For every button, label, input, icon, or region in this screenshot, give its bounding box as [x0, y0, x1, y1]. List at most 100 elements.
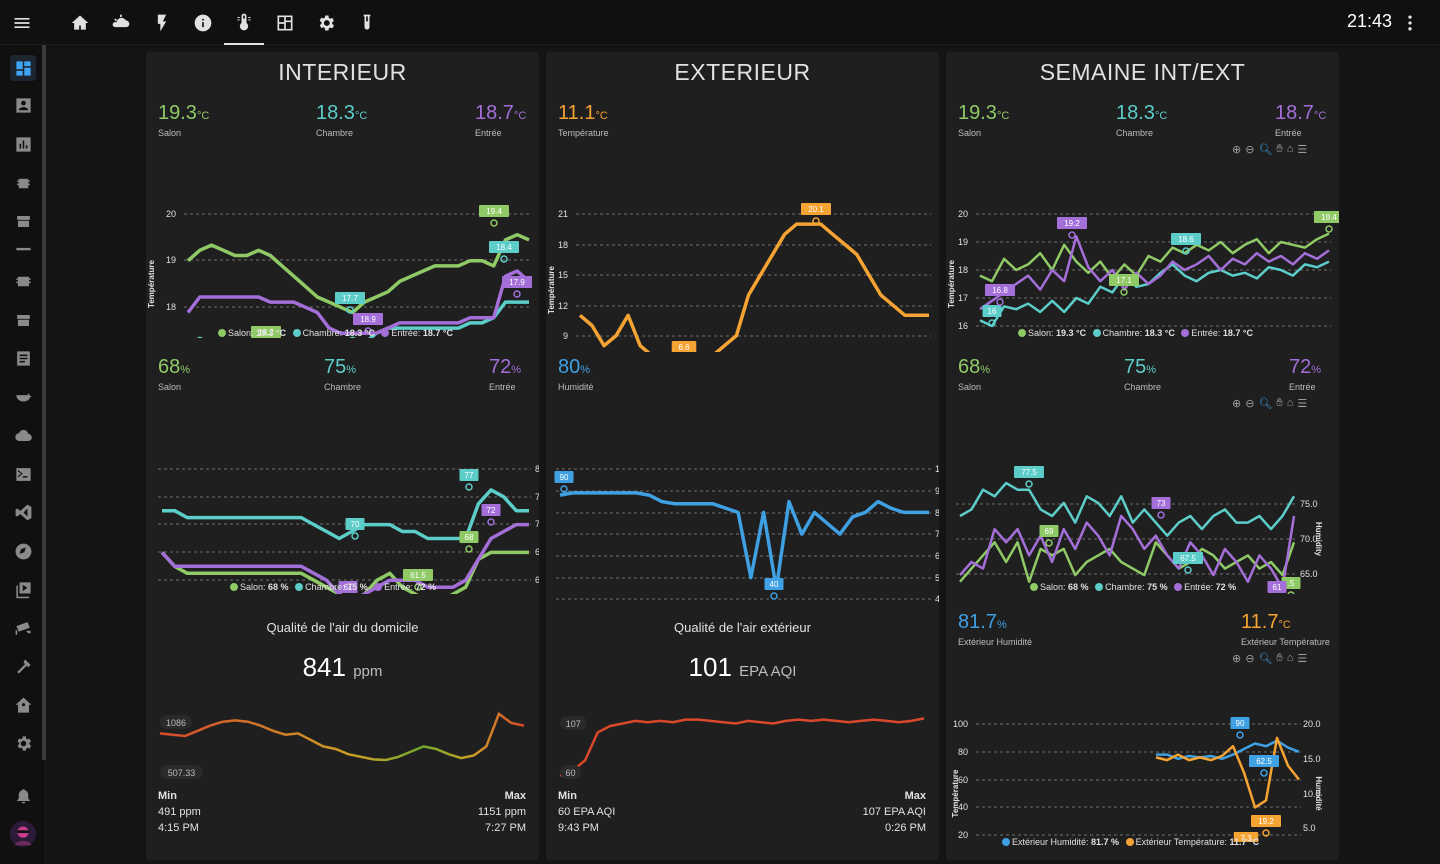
- air-quality-value: 841 ppm: [302, 652, 383, 682]
- annotation-label: 19.4: [486, 207, 502, 216]
- legend-salon[interactable]: Salon: 68 %: [1026, 582, 1089, 592]
- vscode-icon[interactable]: [10, 499, 36, 525]
- account-box-icon[interactable]: [10, 92, 36, 118]
- annotation-marker: [1325, 225, 1333, 233]
- legend-chambre[interactable]: Chambre: 18.3 °C: [1089, 328, 1175, 338]
- y-tick-label: 76.0: [535, 492, 539, 502]
- memory-icon[interactable]: [10, 268, 36, 294]
- annotation-label: 90: [1236, 719, 1245, 728]
- legend-salon[interactable]: Salon: 19.3 °C: [1014, 328, 1086, 338]
- weekly-temperature-chart[interactable]: 20191817161518 févr.19 févr.20 févr.21 f…: [946, 152, 1339, 338]
- annotation-label: 90: [560, 473, 569, 482]
- max-time: 0:26 PM: [885, 822, 926, 834]
- interior-humidity-legend: Salon: 68 % Chambre: 75 % Entrée: 72 %: [226, 582, 436, 592]
- min-label: Min: [158, 790, 177, 802]
- y-tick-label: 68.0: [535, 547, 539, 557]
- y-tick-label: 18: [166, 302, 176, 312]
- air-quality-sparkline[interactable]: 1086 507.33: [146, 692, 539, 782]
- annotation-marker: [770, 592, 778, 600]
- more-vert-icon[interactable]: [1400, 12, 1420, 34]
- weather-icon[interactable]: [101, 0, 141, 45]
- annotation-label: 18.9: [360, 315, 376, 324]
- annotation-label: 18.4: [496, 243, 512, 252]
- interior-temperature-chart[interactable]: 2019181822:0001:0004:0007:0010:0013:0016…: [146, 152, 539, 338]
- annotation-marker: [513, 290, 521, 298]
- weekly-outdoor-chart[interactable]: 10080604020020.015.010.05.00.018 févr.20…: [946, 662, 1339, 842]
- weekly-humidity-chart[interactable]: 75.070.065.060.019 févr.20 févr.21 févr.…: [946, 408, 1339, 594]
- chip-icon[interactable]: [10, 170, 36, 196]
- docker-icon[interactable]: [10, 384, 36, 410]
- chart-icon[interactable]: [10, 131, 36, 157]
- aq-range-label: 1086: [166, 718, 186, 728]
- y-axis-title: Température: [547, 266, 556, 314]
- min-value: 491 ppm: [158, 806, 201, 818]
- terminal-icon[interactable]: [10, 461, 36, 487]
- package-icon[interactable]: [10, 208, 36, 234]
- lightning-icon[interactable]: [142, 0, 182, 45]
- legend-entree[interactable]: Entrée: 72 %: [370, 582, 436, 592]
- aq-range-label: 60: [565, 768, 575, 778]
- annotation-label: 19.2: [1258, 817, 1274, 826]
- log-icon[interactable]: [10, 345, 36, 371]
- legend-entree[interactable]: Entrée: 72 %: [1170, 582, 1236, 592]
- entree-hum-value: 72%: [489, 356, 522, 378]
- annotation-marker: [1287, 591, 1295, 594]
- y-tick-label: 17: [958, 293, 968, 303]
- max-label: Max: [504, 790, 526, 802]
- avatar[interactable]: [8, 819, 38, 849]
- card-title: INTERIEUR: [278, 59, 407, 85]
- outdoor-humidity-chart[interactable]: 100.090.080.070.060.050.040.030.001:0004…: [546, 408, 939, 608]
- legend-outdoor-humidity[interactable]: Extérieur Humidité: 81.7 %: [998, 837, 1119, 847]
- top-app-bar: 21:43: [0, 0, 1440, 45]
- menu-icon[interactable]: [2, 0, 42, 45]
- outdoor-temperature-chart[interactable]: 211815129622:0001:0004:0007:0010:0013:00…: [546, 152, 939, 352]
- air-quality-title: Qualité de l'air du domicile: [266, 620, 419, 635]
- air-quality-sparkline[interactable]: 107 60: [546, 692, 939, 782]
- y-tick-label: 70.0: [935, 529, 939, 539]
- y-tick-label: 16: [958, 321, 968, 331]
- annotation-label: 20.1: [808, 205, 824, 214]
- y2-tick-label: 15.0: [1303, 754, 1321, 764]
- cctv-icon[interactable]: [10, 615, 36, 641]
- annotation-label: 19.2: [1064, 219, 1080, 228]
- legend-outdoor-temperature[interactable]: Extérieur Température: 11.7 °C: [1122, 837, 1259, 847]
- min-value: 60 EPA AQI: [558, 806, 616, 818]
- legend-chambre[interactable]: Chambre: 75 %: [291, 582, 368, 592]
- legend-salon[interactable]: Salon: 68 %: [226, 582, 289, 592]
- info-icon[interactable]: [183, 0, 223, 45]
- annotation-marker: [1045, 539, 1053, 547]
- y-tick-label: 18: [958, 265, 968, 275]
- thermometer-icon[interactable]: [224, 0, 264, 45]
- y-tick-label: 20: [958, 209, 968, 219]
- legend-salon[interactable]: Salon: 19.3 °C: [214, 328, 286, 338]
- annotation-marker: [490, 219, 498, 227]
- floorplan-icon[interactable]: [265, 0, 305, 45]
- media-icon[interactable]: [10, 576, 36, 602]
- compass-icon[interactable]: [10, 538, 36, 564]
- y-tick-label: 64.0: [535, 575, 539, 585]
- series-line: [979, 260, 1330, 328]
- annotation-label: 62.5: [1256, 757, 1272, 766]
- annotation-label: 77.5: [1021, 468, 1037, 477]
- chambre-label: Chambre: [324, 382, 362, 392]
- legend-chambre[interactable]: Chambre: 75 %: [1091, 582, 1168, 592]
- dashboard-icon[interactable]: [10, 55, 36, 81]
- salon-temp-value: 19.3°C: [958, 102, 1010, 124]
- home-assistant-icon[interactable]: [10, 692, 36, 718]
- gear-icon[interactable]: [306, 0, 346, 45]
- salon-label: Salon: [158, 382, 182, 392]
- home-icon[interactable]: [60, 0, 100, 45]
- outdoor-temp-value: 11.7°C: [1241, 611, 1291, 633]
- weekly-humidity-legend: Salon: 68 % Chambre: 75 % Entrée: 72 %: [1026, 582, 1236, 592]
- bell-icon[interactable]: [10, 782, 36, 808]
- test-tube-icon[interactable]: [347, 0, 387, 45]
- legend-entree[interactable]: Entrée: 18.7 °C: [1177, 328, 1253, 338]
- legend-entree[interactable]: Entrée: 18.7 °C: [377, 328, 453, 338]
- hammer-icon[interactable]: [10, 653, 36, 679]
- annotation-marker: [500, 255, 508, 263]
- settings-icon[interactable]: [10, 730, 36, 756]
- legend-chambre[interactable]: Chambre: 18.3 °C: [289, 328, 375, 338]
- cloud-icon[interactable]: [10, 422, 36, 448]
- package-2-icon[interactable]: [10, 307, 36, 333]
- interior-humidity-chart[interactable]: 80.076.072.068.064.060.001:0004:0007:001…: [146, 408, 539, 594]
